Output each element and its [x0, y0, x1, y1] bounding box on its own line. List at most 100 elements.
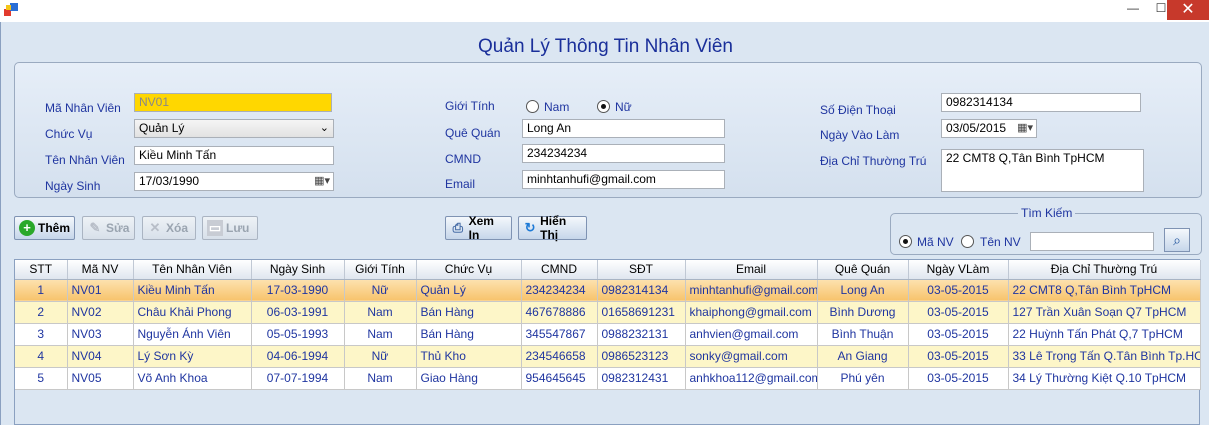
- window-titlebar: — ☐ ✕: [0, 0, 1209, 22]
- email-field[interactable]: minhtanhufi@gmail.com: [522, 170, 725, 189]
- table-cell: 17-03-1990: [251, 279, 345, 302]
- xem-in-button[interactable]: ⎙ Xem In: [445, 214, 512, 242]
- form-client-area: Quản Lý Thông Tin Nhân Viên Mã Nhân Viên…: [0, 22, 1209, 425]
- table-cell: Bình Dương: [817, 301, 909, 324]
- table-cell: 0982312431: [597, 367, 686, 390]
- table-cell: Thủ Kho: [416, 345, 522, 368]
- label-dia-chi: Địa Chỉ Thường Trú: [820, 154, 927, 168]
- ngay-vao-lam-datepicker[interactable]: 03/05/2015 ▦▾: [941, 119, 1037, 138]
- table-cell: anhkhoa112@gmail.com: [685, 367, 818, 390]
- sdt-field[interactable]: 0982314134: [941, 93, 1141, 112]
- luu-button[interactable]: ▭ Lưu: [202, 216, 258, 240]
- delete-icon: ✕: [149, 220, 161, 235]
- table-row[interactable]: 4 NV04 Lý Sơn Kỳ 04-06-1994 Nữ Thủ Kho 2345466…: [15, 345, 1201, 368]
- employee-table: STT Mã NV Tên Nhân Viên Ngày Sinh Giới Tính C…: [15, 260, 1201, 390]
- pencil-icon: ✎: [89, 220, 101, 235]
- save-icon: ▭: [207, 220, 223, 236]
- ngay-sinh-value: 17/03/1990: [139, 174, 200, 188]
- label-sdt: Số Điện Thoại: [820, 103, 896, 117]
- them-button[interactable]: + Thêm: [14, 216, 75, 240]
- table-cell: 127 Trần Xuân Soạn Q7 TpHCM: [1008, 301, 1201, 324]
- table-cell: 22 CMT8 Q,Tân Bình TpHCM: [1008, 279, 1201, 302]
- ngay-sinh-datepicker[interactable]: 17/03/1990 ▦▾: [134, 172, 334, 191]
- luu-label: Lưu: [226, 221, 250, 235]
- table-cell: 01658691231: [597, 301, 686, 324]
- table-cell: Quản Lý: [416, 279, 522, 302]
- xoa-button[interactable]: ✕ Xóa: [142, 216, 196, 240]
- employee-datagrid[interactable]: STT Mã NV Tên Nhân Viên Ngày Sinh Giới Tính C…: [14, 259, 1201, 425]
- table-cell: Bình Thuận: [817, 323, 909, 346]
- table-cell: sonky@gmail.com: [685, 345, 818, 368]
- label-cmnd: CMND: [445, 152, 481, 166]
- table-cell: 234546658: [521, 345, 598, 368]
- gioi-tinh-nam-radio[interactable]: [526, 100, 539, 113]
- column-header[interactable]: Mã NV: [67, 260, 134, 280]
- table-cell: NV02: [67, 301, 134, 324]
- table-cell: 4: [15, 345, 68, 368]
- label-ma-nv: Mã Nhân Viên: [45, 101, 121, 115]
- table-cell: Bán Hàng: [416, 301, 522, 324]
- column-header[interactable]: Ngày VLàm: [908, 260, 1009, 280]
- label-gioi-tinh: Giới Tính: [445, 99, 495, 113]
- column-header[interactable]: CMND: [521, 260, 598, 280]
- hien-thi-button[interactable]: ↻ Hiển Thị: [518, 214, 587, 242]
- xem-in-label: Xem In: [468, 214, 494, 242]
- sua-button[interactable]: ✎ Sửa: [82, 216, 135, 240]
- table-cell: 03-05-2015: [908, 301, 1009, 324]
- table-cell: 34 Lý Thường Kiệt Q.10 TpHCM: [1008, 367, 1201, 390]
- column-header[interactable]: SĐT: [597, 260, 686, 280]
- sua-label: Sửa: [106, 221, 130, 235]
- search-legend: Tìm Kiếm: [1018, 206, 1076, 220]
- column-header[interactable]: Địa Chỉ Thường Trú: [1008, 260, 1201, 280]
- table-cell: 07-07-1994: [251, 367, 345, 390]
- table-row[interactable]: 3 NV03 Nguyễn Ánh Viên 05-05-1993 Nam Bán Hàn…: [15, 323, 1201, 346]
- table-cell: minhtanhufi@gmail.com: [685, 279, 818, 302]
- ten-nv-field[interactable]: Kiều Minh Tấn: [134, 146, 334, 165]
- label-chuc-vu: Chức Vụ: [45, 127, 93, 141]
- label-ngay-sinh: Ngày Sinh: [45, 179, 101, 193]
- dia-chi-textarea[interactable]: 22 CMT8 Q,Tân Bình TpHCM: [941, 149, 1144, 192]
- column-header[interactable]: STT: [15, 260, 68, 280]
- table-cell: Nữ: [344, 279, 417, 302]
- column-header[interactable]: Ngày Sinh: [251, 260, 345, 280]
- calendar-dropdown-icon: ▦▾: [314, 175, 330, 187]
- table-cell: 234234234: [521, 279, 598, 302]
- cmnd-field[interactable]: 234234234: [522, 144, 725, 163]
- gioi-tinh-nu-label: Nữ: [615, 100, 632, 114]
- table-cell: anhvien@gmail.com: [685, 323, 818, 346]
- table-cell: 05-05-1993: [251, 323, 345, 346]
- table-cell: NV05: [67, 367, 134, 390]
- column-header[interactable]: Quê Quán: [817, 260, 909, 280]
- chevron-down-icon: ⌄: [319, 122, 329, 134]
- table-cell: 345547867: [521, 323, 598, 346]
- column-header[interactable]: Email: [685, 260, 818, 280]
- chuc-vu-combobox[interactable]: Quản Lý ⌄: [134, 119, 334, 138]
- table-cell: Châu Khải Phong: [133, 301, 252, 324]
- table-cell: Võ Anh Khoa: [133, 367, 252, 390]
- column-header[interactable]: Tên Nhân Viên: [133, 260, 252, 280]
- table-cell: 0982314134: [597, 279, 686, 302]
- minimize-button[interactable]: —: [1119, 0, 1147, 20]
- que-quan-field[interactable]: Long An: [522, 119, 725, 138]
- search-ma-nv-radio[interactable]: [899, 235, 912, 248]
- label-ngay-vao-lam: Ngày Vào Làm: [820, 128, 900, 142]
- refresh-icon: ↻: [524, 220, 536, 235]
- table-cell: 5: [15, 367, 68, 390]
- table-row[interactable]: 1 NV01 Kiều Minh Tấn 17-03-1990 Nữ Quản Lý 234…: [15, 279, 1201, 302]
- label-que-quan: Quê Quán: [445, 126, 501, 140]
- search-ten-nv-radio[interactable]: [961, 235, 974, 248]
- search-ma-nv-label: Mã NV: [917, 235, 954, 249]
- table-row[interactable]: 2 NV02 Châu Khải Phong 06-03-1991 Nam Bán Hàn…: [15, 301, 1201, 324]
- search-button[interactable]: ⌕: [1164, 228, 1190, 252]
- table-row[interactable]: 5 NV05 Võ Anh Khoa 07-07-1994 Nam Giao Hàng 95…: [15, 367, 1201, 390]
- gioi-tinh-nu-radio[interactable]: [597, 100, 610, 113]
- table-cell: Lý Sơn Kỳ: [133, 345, 252, 368]
- column-header[interactable]: Giới Tính: [344, 260, 417, 280]
- search-input[interactable]: [1030, 232, 1154, 251]
- close-button[interactable]: ✕: [1167, 0, 1209, 20]
- column-header[interactable]: Chức Vụ: [416, 260, 522, 280]
- them-label: Thêm: [37, 221, 70, 235]
- table-cell: Nam: [344, 323, 417, 346]
- ma-nv-field[interactable]: NV01: [134, 93, 332, 112]
- label-ten-nv: Tên Nhân Viên: [45, 153, 125, 167]
